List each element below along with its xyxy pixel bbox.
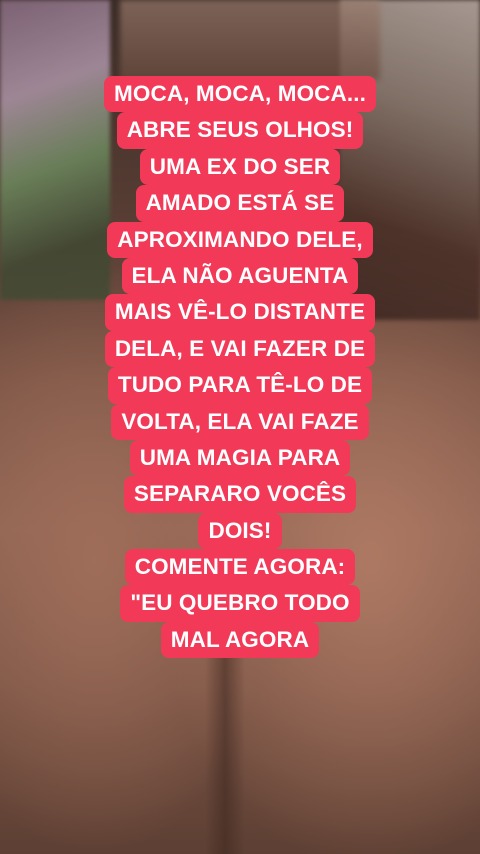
- caption-line: MAIS VÊ-LO DISTANTE: [104, 294, 376, 331]
- caption-line: MAL AGORA: [160, 621, 320, 659]
- background-floor: [120, 0, 380, 80]
- caption-line: COMENTE AGORA:: [124, 549, 356, 586]
- caption-line: DOIS!: [198, 512, 282, 550]
- caption-line: VOLTA, ELA VAI FAZE: [111, 403, 369, 440]
- caption-line: AMADO ESTÁ SE: [135, 185, 345, 222]
- caption-line: UMA MAGIA PARA: [129, 439, 351, 477]
- caption-line: MOCA, MOCA, MOCA...: [104, 76, 376, 113]
- caption-line: UMA EX DO SER: [139, 148, 341, 186]
- caption-overlay: MOCA, MOCA, MOCA... ABRE SEUS OLHOS! UMA…: [0, 76, 480, 659]
- caption-line: SEPARARO VOCÊS: [123, 476, 357, 513]
- caption-line: DELA, E VAI FAZER DE: [104, 330, 376, 368]
- caption-line: ELA NÃO AGUENTA: [121, 257, 359, 295]
- caption-line: TUDO PARA TÊ-LO DE: [107, 367, 373, 404]
- caption-line: ABRE SEUS OLHOS!: [116, 112, 364, 149]
- caption-line: APROXIMANDO DELE,: [107, 221, 373, 258]
- video-frame: MOCA, MOCA, MOCA... ABRE SEUS OLHOS! UMA…: [0, 0, 480, 854]
- caption-line: "EU QUEBRO TODO: [120, 585, 360, 622]
